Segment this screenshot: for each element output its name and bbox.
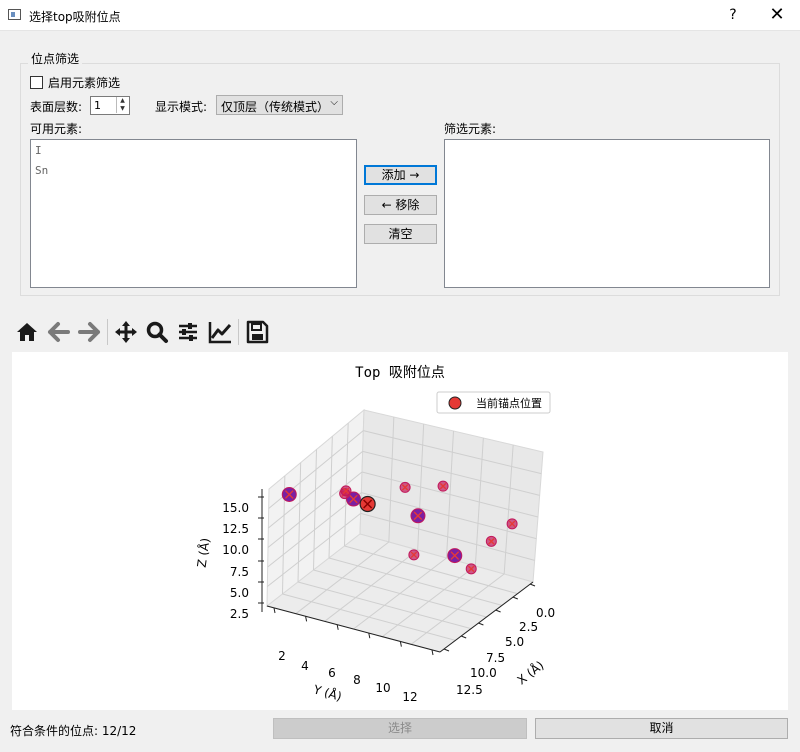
tick-mark <box>368 633 371 639</box>
y-tick-label: 8 <box>353 673 361 687</box>
save-icon[interactable] <box>244 319 270 345</box>
layers-spinbox[interactable]: 1 ▲ ▼ <box>90 96 130 115</box>
group-title: 位点筛选 <box>28 50 83 67</box>
x-tick-label: 0.0 <box>536 606 555 620</box>
list-item[interactable]: I <box>35 144 42 157</box>
y-tick-label: 4 <box>301 659 309 673</box>
add-button[interactable]: 添加 → <box>364 165 437 185</box>
y-tick-label: 6 <box>328 666 336 680</box>
x-tick-label: 12.5 <box>456 683 483 697</box>
tick-mark <box>399 641 402 647</box>
x-tick-label: 5.0 <box>505 635 524 649</box>
window-icon <box>8 9 21 20</box>
z-tick-labels: 15.0 12.5 10.0 7.5 5.0 2.5 <box>222 501 249 621</box>
tick-mark <box>529 583 536 587</box>
chevron-down-icon: ⌵ <box>330 97 338 108</box>
legend-label: 当前锚点位置 <box>476 396 542 410</box>
y-tick-label: 2 <box>278 649 286 663</box>
toolbar-separator <box>238 319 239 345</box>
chart-title: Top 吸附位点 <box>355 365 445 381</box>
tick-mark <box>305 616 308 622</box>
z-tick-label: 2.5 <box>230 607 249 621</box>
plot-canvas[interactable]: Top 吸附位点 当前锚点位置 15.0 12.5 10.0 7.5 5.0 2… <box>12 352 788 710</box>
forward-arrow-icon[interactable] <box>76 319 102 345</box>
toolbar-separator <box>107 319 108 345</box>
z-axis-label: Z (Å) <box>194 537 213 568</box>
help-button[interactable]: ? <box>723 4 743 26</box>
title-bar: 选择top吸附位点 ? ✕ <box>0 0 800 31</box>
enable-filter-label: 启用元素筛选 <box>48 76 121 90</box>
available-elements-list[interactable]: I Sn <box>30 139 357 288</box>
x-tick-label: 10.0 <box>470 666 497 680</box>
clear-button[interactable]: 清空 <box>364 224 437 244</box>
z-tick-label: 10.0 <box>222 543 249 557</box>
tick-mark <box>443 648 450 652</box>
zoom-icon[interactable] <box>144 319 170 345</box>
plot-toolbar <box>14 315 284 347</box>
tick-mark <box>495 609 501 613</box>
tick-mark <box>478 622 484 626</box>
z-tick-label: 15.0 <box>222 501 249 515</box>
selected-elements-list[interactable] <box>444 139 770 288</box>
layers-label: 表面层数: <box>30 100 83 114</box>
window-title: 选择top吸附位点 <box>29 10 121 24</box>
display-mode-value: 仅顶层（传统模式） <box>221 100 330 114</box>
x-axis-label: X (Å) <box>514 657 547 687</box>
home-icon[interactable] <box>14 319 40 345</box>
match-count-status: 符合条件的位点: 12/12 <box>10 724 137 738</box>
legend-marker <box>448 396 462 410</box>
scatter-3d-plot[interactable]: Top 吸附位点 当前锚点位置 15.0 12.5 10.0 7.5 5.0 2… <box>12 352 788 710</box>
selected-elements-label: 筛选元素: <box>444 122 497 136</box>
tick-mark <box>273 607 276 614</box>
y-tick-label: 10 <box>375 681 390 695</box>
tick-mark <box>431 649 434 656</box>
back-arrow-icon[interactable] <box>46 319 72 345</box>
layers-value: 1 <box>94 99 101 112</box>
close-button[interactable]: ✕ <box>766 4 788 26</box>
select-button[interactable]: 选择 <box>273 718 527 739</box>
y-tick-labels: 2 4 6 8 10 12 <box>278 649 417 704</box>
spin-down-icon[interactable]: ▼ <box>116 105 128 113</box>
z-tick-label: 5.0 <box>230 586 249 600</box>
pan-icon[interactable] <box>113 319 139 345</box>
display-mode-select[interactable]: 仅顶层（传统模式） ⌵ <box>216 95 343 115</box>
y-tick-label: 12 <box>402 690 417 704</box>
display-mode-label: 显示模式: <box>155 100 208 114</box>
subplots-icon[interactable] <box>175 319 201 345</box>
available-elements-label: 可用元素: <box>30 122 83 136</box>
z-tick-label: 12.5 <box>222 522 249 536</box>
enable-filter-row[interactable]: 启用元素筛选 <box>30 74 120 91</box>
list-item[interactable]: Sn <box>35 164 48 177</box>
cancel-button[interactable]: 取消 <box>535 718 788 739</box>
x-tick-label: 7.5 <box>486 651 505 665</box>
x-tick-label: 2.5 <box>519 620 538 634</box>
tick-mark <box>512 596 518 600</box>
y-axis-label: Y (Å) <box>311 681 344 704</box>
tick-mark <box>461 635 467 639</box>
axes-edit-icon[interactable] <box>207 319 233 345</box>
spin-up-icon[interactable]: ▲ <box>116 97 128 105</box>
z-tick-label: 7.5 <box>230 565 249 579</box>
remove-button[interactable]: ← 移除 <box>364 195 437 215</box>
enable-filter-checkbox[interactable] <box>30 76 43 89</box>
tick-mark <box>336 624 339 630</box>
